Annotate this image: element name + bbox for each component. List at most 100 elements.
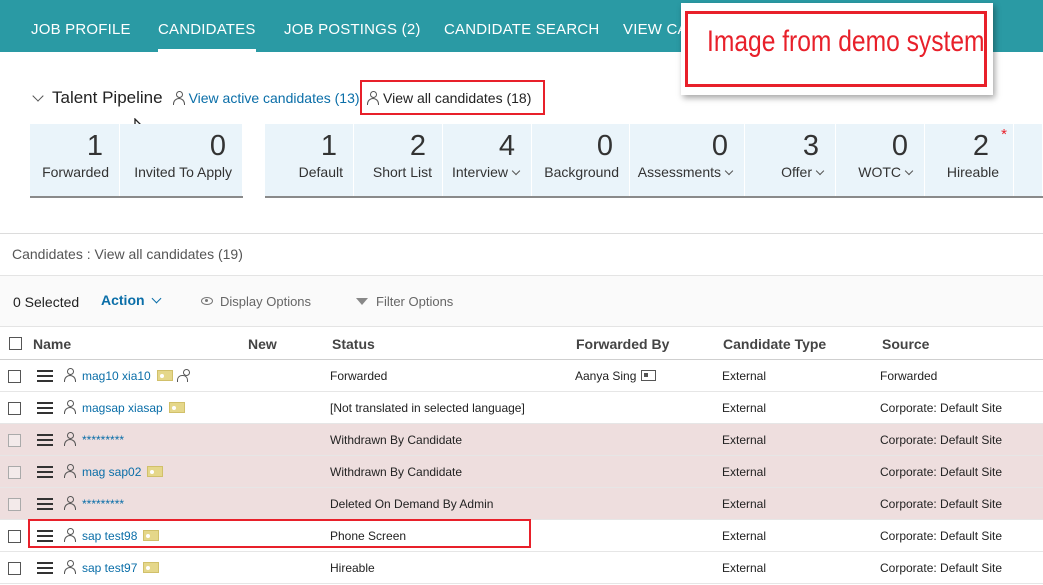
pipeline-tile-forwarded[interactable]: 1 Forwarded	[30, 124, 120, 196]
table-row[interactable]: mag10 xia10 Forwarded Aanya Sing Externa…	[0, 360, 1043, 392]
candidate-name-link[interactable]: *********	[82, 433, 124, 447]
tile-label: WOTC	[858, 164, 914, 180]
profile-card-icon[interactable]	[147, 466, 164, 477]
profile-card-icon[interactable]	[143, 530, 160, 541]
row-checkbox[interactable]	[8, 530, 21, 543]
tile-label: Forwarded	[42, 164, 109, 180]
candidate-name-link[interactable]: mag sap02	[82, 465, 164, 479]
tile-label: Interview	[452, 164, 521, 180]
candidate-name-link[interactable]: sap test97	[82, 561, 160, 575]
action-menu-button[interactable]: Action	[101, 292, 162, 308]
filter-options-button[interactable]: Filter Options	[356, 294, 453, 309]
pipeline-tile-hireable[interactable]: 2 * Hireable	[925, 124, 1014, 196]
row-checkbox[interactable]	[8, 370, 21, 383]
filter-options-label: Filter Options	[376, 294, 454, 309]
column-header-name[interactable]: Name	[33, 336, 71, 352]
tile-count: 4	[498, 130, 515, 162]
row-menu-icon[interactable]	[37, 402, 53, 414]
column-header-new[interactable]: New	[248, 336, 277, 352]
table-row[interactable]: sap test97 Hireable External Corporate: …	[0, 552, 1043, 584]
table-toolbar: 0 Selected Action Display Options Filter…	[0, 275, 1043, 327]
profile-card-icon[interactable]	[143, 562, 160, 573]
tile-label: Assessments	[638, 164, 734, 180]
select-all-checkbox[interactable]	[9, 337, 22, 350]
pipeline-tile-invited-to-apply[interactable]: 0 Invited To Apply	[120, 124, 243, 196]
tile-count: 0	[891, 130, 908, 162]
chevron-down-icon[interactable]	[904, 166, 914, 176]
table-header: Name New Status Forwarded By Candidate T…	[0, 328, 1043, 360]
pipeline-tile-background[interactable]: 0 Background	[532, 124, 630, 196]
candidate-name-link[interactable]: magsap xiasap	[82, 401, 185, 415]
candidate-name-link[interactable]: mag10 xia10	[82, 369, 191, 383]
person-icon	[64, 496, 76, 510]
chevron-down-icon[interactable]	[815, 166, 825, 176]
pipeline-tile-short-list[interactable]: 2 Short List	[354, 124, 443, 196]
candidate-name: sap test97	[82, 561, 138, 575]
pipeline-tile-assessments[interactable]: 0 Assessments	[630, 124, 745, 196]
view-all-candidates-link[interactable]: View all candidates (18)	[360, 80, 545, 115]
candidate-type-cell: External	[722, 369, 767, 383]
selected-count: 0 Selected	[13, 294, 80, 310]
display-options-button[interactable]: Display Options	[201, 294, 311, 309]
tab-view-candidates[interactable]: VIEW CA	[623, 0, 688, 52]
pipeline-tile-default[interactable]: 1 Default	[265, 124, 354, 196]
candidate-name-link[interactable]: sap test98	[82, 529, 160, 543]
source-cell: Forwarded	[880, 369, 938, 383]
tab-candidates[interactable]: CANDIDATES	[158, 0, 256, 52]
forwarded-by-cell: Aanya Sing	[575, 369, 657, 383]
required-star: *	[1001, 126, 1007, 143]
candidate-type-cell: External	[722, 497, 767, 511]
table-row[interactable]: magsap xiasap [Not translated in selecte…	[0, 392, 1043, 424]
column-header-candidate-type[interactable]: Candidate Type	[723, 336, 826, 352]
row-menu-icon[interactable]	[37, 466, 53, 478]
tile-count: 0	[711, 130, 728, 162]
candidate-name: mag sap02	[82, 465, 142, 479]
row-menu-icon[interactable]	[37, 370, 53, 382]
forwarded-by-name: Aanya Sing	[575, 369, 637, 383]
tile-count: 1	[320, 130, 337, 162]
tab-job-postings[interactable]: JOB POSTINGS (2)	[284, 0, 421, 52]
tile-count: 1	[86, 130, 103, 162]
profile-card-icon[interactable]	[156, 370, 173, 381]
table-row[interactable]: ********* Withdrawn By Candidate Externa…	[0, 424, 1043, 456]
row-menu-icon[interactable]	[37, 434, 53, 446]
tile-label-text: WOTC	[858, 164, 901, 180]
pipeline-tile-offer[interactable]: 3 Offer	[745, 124, 836, 196]
row-checkbox[interactable]	[8, 562, 21, 575]
source-cell: Corporate: Default Site	[880, 529, 1003, 543]
tile-count: 0	[596, 130, 613, 162]
column-header-source[interactable]: Source	[882, 336, 929, 352]
filter-icon	[356, 298, 368, 305]
column-header-forwarded-by[interactable]: Forwarded By	[576, 336, 669, 352]
pipeline-tile-wotc[interactable]: 0 WOTC	[836, 124, 925, 196]
status-cell: Deleted On Demand By Admin	[330, 497, 494, 511]
row-menu-icon[interactable]	[37, 530, 53, 542]
table-row[interactable]: sap test98 Phone Screen External Corpora…	[0, 520, 1043, 552]
table-row[interactable]: mag sap02 Withdrawn By Candidate Externa…	[0, 456, 1043, 488]
tile-label: Hireable	[946, 164, 999, 180]
row-checkbox[interactable]	[8, 402, 21, 415]
pipeline-tile-interview[interactable]: 4 Interview	[443, 124, 532, 196]
source-cell: Corporate: Default Site	[880, 401, 1003, 415]
tile-label: Offer	[781, 164, 825, 180]
contact-card-icon[interactable]	[641, 370, 657, 381]
chevron-down-icon[interactable]	[724, 166, 734, 176]
view-active-candidates-link[interactable]: View active candidates (13)	[189, 90, 360, 106]
group-icon[interactable]	[176, 369, 191, 382]
pipeline-group-prehire: 1 Forwarded 0 Invited To Apply	[30, 124, 243, 198]
column-header-status[interactable]: Status	[332, 336, 375, 352]
row-checkbox[interactable]	[8, 466, 21, 479]
tab-job-profile[interactable]: JOB PROFILE	[31, 0, 131, 52]
chevron-down-icon[interactable]	[511, 166, 521, 176]
tile-label: Short List	[372, 164, 432, 180]
chevron-down-icon[interactable]	[32, 90, 44, 102]
row-menu-icon[interactable]	[37, 498, 53, 510]
row-checkbox[interactable]	[8, 498, 21, 511]
row-checkbox[interactable]	[8, 434, 21, 447]
table-row[interactable]: ********* Deleted On Demand By Admin Ext…	[0, 488, 1043, 520]
pipeline-tile-overflow[interactable]	[1014, 124, 1043, 196]
profile-card-icon[interactable]	[168, 402, 185, 413]
tab-candidate-search[interactable]: CANDIDATE SEARCH	[444, 0, 599, 52]
row-menu-icon[interactable]	[37, 562, 53, 574]
candidate-name-link[interactable]: *********	[82, 497, 124, 511]
